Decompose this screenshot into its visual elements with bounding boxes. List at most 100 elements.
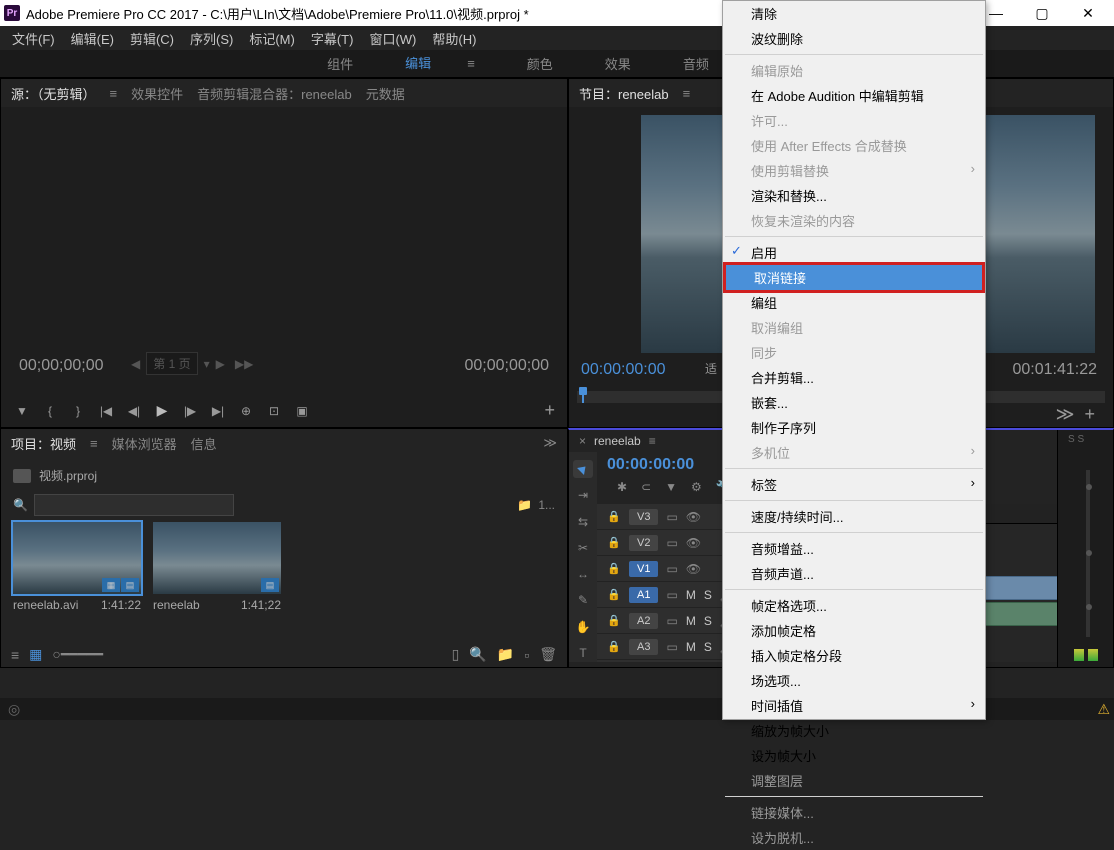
- pager-prev-icon[interactable]: ◀: [131, 357, 140, 371]
- zoom-slider-icon[interactable]: ○━━━━━: [52, 646, 103, 663]
- context-menu-item: 链接媒体...: [723, 800, 985, 825]
- workspace-effects[interactable]: 效果: [591, 48, 645, 79]
- workspace-editing[interactable]: 编辑: [391, 47, 445, 80]
- close-button[interactable]: ✕: [1074, 3, 1102, 23]
- creative-cloud-icon[interactable]: ◎: [8, 701, 20, 718]
- ripple-edit-icon[interactable]: ⇆: [573, 513, 593, 531]
- out-point-icon[interactable]: }: [69, 402, 87, 420]
- hand-tool-icon[interactable]: ✋: [573, 618, 593, 636]
- snap-icon[interactable]: ✱: [617, 480, 627, 494]
- context-menu-item[interactable]: 渲染和替换...: [723, 183, 985, 208]
- menu-edit[interactable]: 编辑(E): [63, 25, 122, 52]
- program-fit-label[interactable]: 适: [705, 360, 717, 377]
- bin-icon[interactable]: 📁: [517, 498, 532, 512]
- new-item-icon[interactable]: ▫: [524, 647, 529, 663]
- workspace-audio[interactable]: 音频: [669, 48, 723, 79]
- workspace-assembly[interactable]: 组件: [313, 48, 367, 79]
- context-menu-item[interactable]: 时间插值: [723, 693, 985, 718]
- insert-icon[interactable]: ⊕: [237, 402, 255, 420]
- context-menu-item: 取消编组: [723, 315, 985, 340]
- icon-view-icon[interactable]: ▦: [29, 646, 42, 663]
- source-timecode-in[interactable]: 00;00;00;00: [19, 357, 104, 375]
- menu-marker[interactable]: 标记(M): [241, 25, 303, 52]
- menu-clip[interactable]: 剪辑(C): [122, 25, 182, 52]
- tab-effect-controls[interactable]: 效果控件: [131, 84, 183, 103]
- goto-out-icon[interactable]: ▶|: [209, 402, 227, 420]
- context-menu-item[interactable]: 清除: [723, 1, 985, 26]
- tab-media-browser[interactable]: 媒体浏览器: [112, 434, 177, 453]
- project-clip-2[interactable]: ▤ reneelab1:41;22: [153, 522, 281, 612]
- add-button-icon[interactable]: ≫ +: [1056, 404, 1095, 425]
- context-menu-item[interactable]: 添加帧定格: [723, 618, 985, 643]
- type-tool-icon[interactable]: T: [573, 644, 593, 662]
- in-point-icon[interactable]: {: [41, 402, 59, 420]
- program-timecode-in[interactable]: 00:00:00:00: [581, 361, 666, 379]
- context-menu-item[interactable]: 设为帧大小: [723, 743, 985, 768]
- workspace-color[interactable]: 颜色: [513, 48, 567, 79]
- step-fwd-icon[interactable]: |▶: [181, 402, 199, 420]
- tab-program[interactable]: 节目：reneelab: [579, 84, 669, 103]
- solo-label[interactable]: S S: [1068, 434, 1084, 445]
- program-timecode-out[interactable]: 00:01:41:22: [1012, 361, 1097, 379]
- track-select-icon[interactable]: ⇥: [573, 486, 593, 504]
- pager-label[interactable]: 第 1 页: [146, 352, 197, 375]
- context-menu-item[interactable]: 速度/持续时间...: [723, 504, 985, 529]
- source-timecode-out[interactable]: 00;00;00;00: [464, 357, 549, 375]
- razor-tool-icon[interactable]: ✂: [573, 539, 593, 557]
- tab-audio-clip-mixer[interactable]: 音频剪辑混合器：reneelab: [197, 84, 352, 103]
- trash-icon[interactable]: 🗑: [539, 646, 557, 663]
- settings-icon[interactable]: ⚙: [691, 480, 702, 494]
- tab-source[interactable]: 源：（无剪辑）: [11, 84, 96, 103]
- play-icon[interactable]: ▶: [153, 402, 171, 420]
- close-tab-icon[interactable]: ×: [579, 434, 586, 448]
- meter-knob[interactable]: [1086, 604, 1092, 610]
- context-menu-item[interactable]: 编组: [723, 290, 985, 315]
- add-button-icon[interactable]: +: [544, 400, 555, 421]
- goto-in-icon[interactable]: |◀: [97, 402, 115, 420]
- meter-knob[interactable]: [1086, 484, 1092, 490]
- minimize-button[interactable]: —: [982, 3, 1010, 23]
- search-input[interactable]: [34, 494, 234, 516]
- context-menu-item[interactable]: 在 Adobe Audition 中编辑剪辑: [723, 83, 985, 108]
- linked-selection-icon[interactable]: ⊂: [641, 480, 651, 494]
- context-menu-item[interactable]: 缩放为帧大小: [723, 718, 985, 743]
- context-menu-item[interactable]: 音频增益...: [723, 536, 985, 561]
- pen-tool-icon[interactable]: ✎: [573, 591, 593, 609]
- tab-project[interactable]: 项目：视频: [11, 434, 76, 453]
- marker-icon[interactable]: ▼: [13, 402, 31, 420]
- pager-next-icon[interactable]: ▶: [216, 357, 225, 371]
- meter-knob[interactable]: [1086, 550, 1092, 556]
- maximize-button[interactable]: ▢: [1028, 3, 1056, 23]
- slip-tool-icon[interactable]: ↔: [573, 565, 593, 583]
- marker-add-icon[interactable]: ▼: [665, 480, 677, 494]
- export-frame-icon[interactable]: ▣: [293, 402, 311, 420]
- overwrite-icon[interactable]: ⊡: [265, 402, 283, 420]
- new-bin-icon[interactable]: 📁: [497, 646, 514, 663]
- menu-sequence[interactable]: 序列(S): [182, 25, 241, 52]
- project-panel: 项目：视频 ≡ 媒体浏览器 信息 ≫ 视频.prproj 🔍 📁 1...: [0, 428, 568, 668]
- menu-file[interactable]: 文件(F): [4, 25, 63, 52]
- project-clip-1[interactable]: ▦▤ reneelab.avi1:41:22: [13, 522, 141, 612]
- context-menu-item[interactable]: 合并剪辑...: [723, 365, 985, 390]
- automate-icon[interactable]: ▯: [452, 646, 460, 663]
- context-menu-item[interactable]: 场选项...: [723, 668, 985, 693]
- workspace-menu-icon[interactable]: ≡: [453, 50, 489, 77]
- context-menu-item[interactable]: 制作子序列: [723, 415, 985, 440]
- timeline-tab[interactable]: reneelab: [594, 434, 641, 448]
- tab-info[interactable]: 信息: [191, 434, 217, 453]
- pager-next2-icon[interactable]: ▶▶: [235, 357, 253, 371]
- tab-metadata[interactable]: 元数据: [366, 84, 405, 103]
- context-menu-item[interactable]: 取消链接: [723, 262, 985, 293]
- context-menu-item[interactable]: 嵌套...: [723, 390, 985, 415]
- find-icon[interactable]: 🔍: [469, 646, 486, 663]
- context-menu-item[interactable]: 波纹删除: [723, 26, 985, 51]
- context-menu-item[interactable]: 音频声道...: [723, 561, 985, 586]
- list-view-icon[interactable]: ≡: [11, 647, 19, 663]
- context-menu-item[interactable]: 插入帧定格分段: [723, 643, 985, 668]
- context-menu-item[interactable]: 帧定格选项...: [723, 593, 985, 618]
- panel-overflow-icon[interactable]: ≫: [543, 435, 557, 451]
- context-menu-item[interactable]: 标签: [723, 472, 985, 497]
- warning-icon[interactable]: ⚠: [1097, 701, 1110, 718]
- selection-tool-icon[interactable]: [573, 460, 593, 478]
- step-back-icon[interactable]: ◀|: [125, 402, 143, 420]
